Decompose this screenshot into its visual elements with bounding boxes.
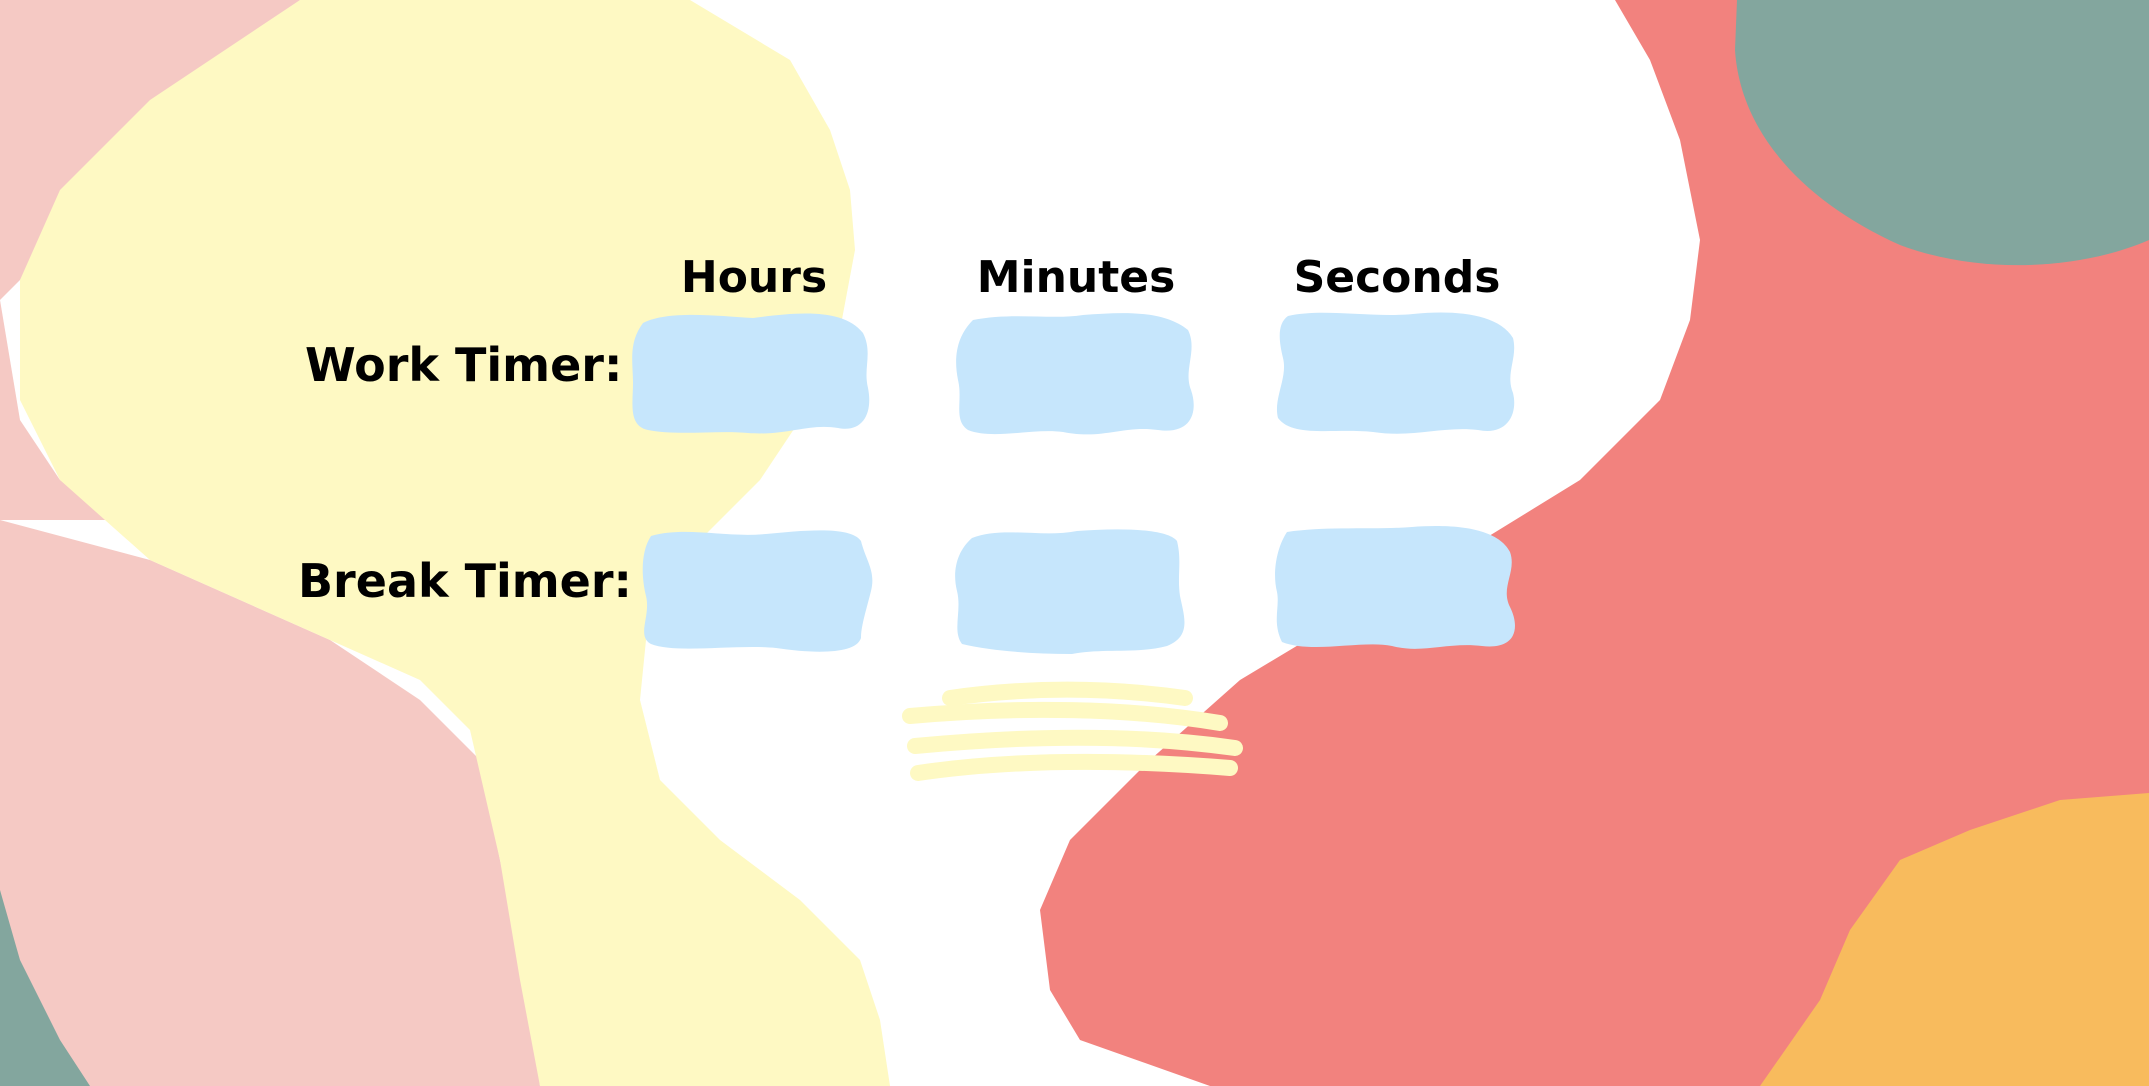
minutes-header: Minutes: [976, 252, 1176, 303]
break-timer-label: Break Timer:: [298, 554, 632, 608]
break-minutes-input[interactable]: [977, 550, 1176, 632]
work-hours-input[interactable]: [653, 332, 852, 414]
break-minutes-field[interactable]: [952, 526, 1197, 654]
work-seconds-input[interactable]: [1298, 332, 1497, 414]
break-seconds-input[interactable]: [1297, 546, 1496, 628]
break-hours-field[interactable]: [636, 526, 881, 654]
work-minutes-field[interactable]: [953, 310, 1198, 438]
break-seconds-field[interactable]: [1272, 522, 1517, 650]
yellow-scribble: [902, 681, 1243, 781]
work-seconds-field[interactable]: [1273, 308, 1518, 436]
hours-header: Hours: [680, 252, 828, 303]
break-hours-input[interactable]: [661, 550, 860, 632]
work-timer-label: Work Timer:: [305, 338, 623, 392]
work-hours-field[interactable]: [628, 308, 873, 436]
start-scribble-button[interactable]: [900, 678, 1250, 798]
seconds-header: Seconds: [1293, 252, 1501, 303]
work-minutes-input[interactable]: [978, 334, 1177, 416]
